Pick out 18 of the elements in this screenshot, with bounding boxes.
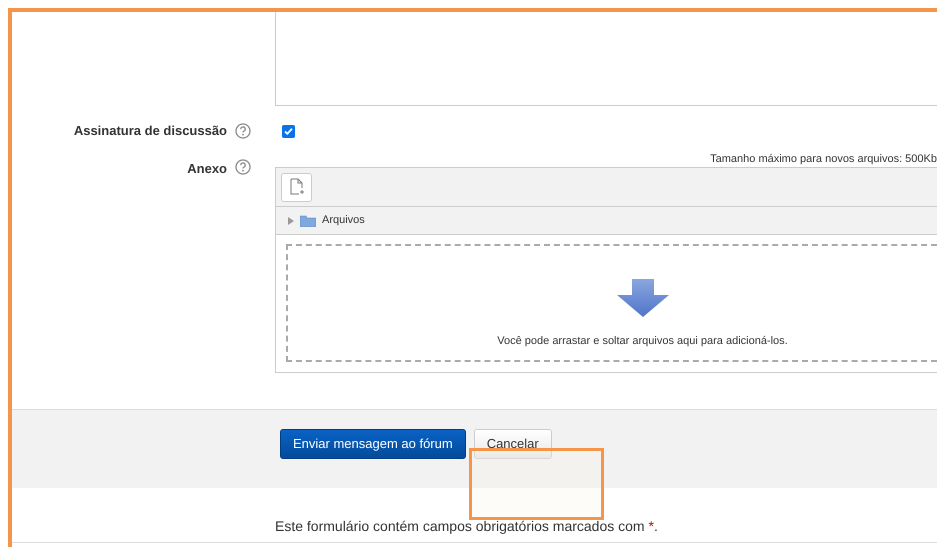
field-label: Anexo bbox=[187, 160, 227, 178]
folder-icon bbox=[300, 214, 316, 226]
drop-zone[interactable]: Você pode arrastar e soltar arquivos aqui para adicioná-los. bbox=[286, 244, 937, 362]
field-label: Assinatura de discussão bbox=[74, 122, 227, 140]
max-size-note: Tamanho máximo para novos arquivos: 500Kb bbox=[710, 153, 937, 165]
cancel-button[interactable]: Cancelar bbox=[474, 429, 552, 459]
signature-checkbox[interactable] bbox=[282, 124, 295, 138]
message-textarea[interactable] bbox=[275, 10, 937, 106]
add-file-button[interactable] bbox=[281, 172, 312, 202]
submit-button[interactable]: Enviar mensagem ao fórum bbox=[280, 429, 466, 459]
folder-link[interactable]: Arquivos bbox=[322, 212, 365, 229]
expand-arrow-icon[interactable] bbox=[288, 216, 294, 224]
help-icon[interactable] bbox=[235, 159, 251, 175]
required-note: Este formulário contém campos obrigatórios marcados com *. bbox=[275, 516, 658, 536]
add-file-icon bbox=[288, 178, 304, 196]
down-arrow-icon bbox=[616, 279, 668, 317]
drop-hint: Você pode arrastar e soltar arquivos aqui para adicioná-los. bbox=[497, 334, 788, 349]
help-icon[interactable] bbox=[235, 123, 251, 139]
